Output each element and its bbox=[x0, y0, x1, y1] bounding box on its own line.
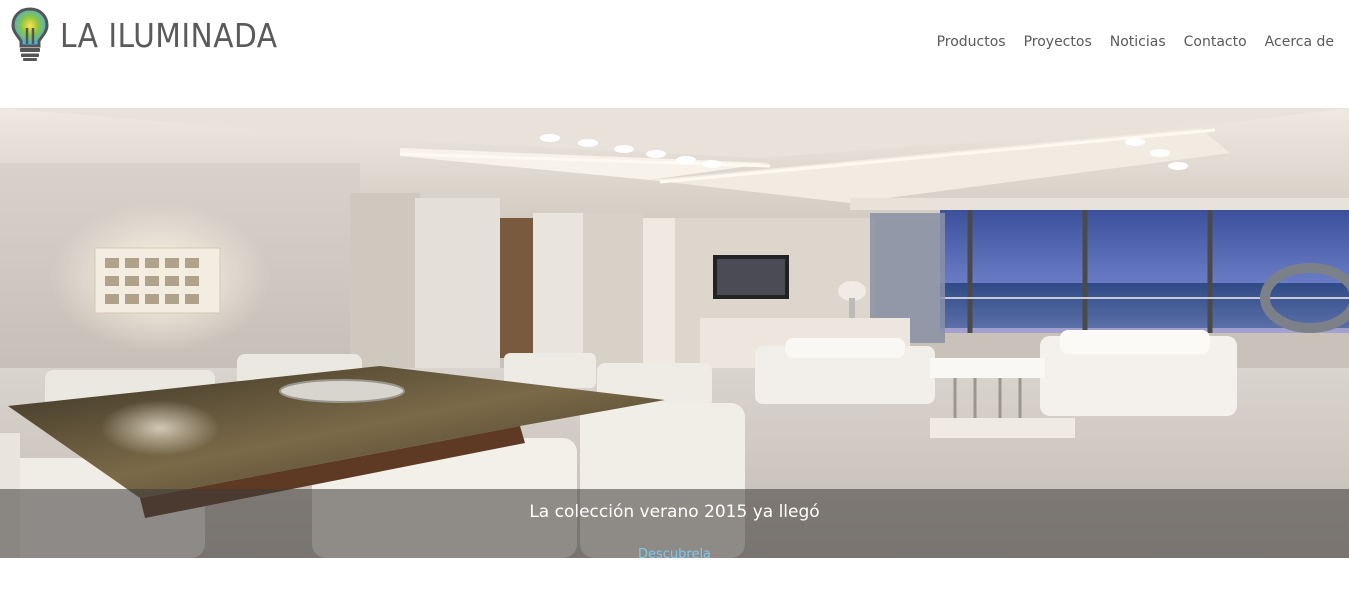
lightbulb-icon bbox=[11, 7, 49, 61]
site-logo[interactable]: LA ILUMINADA bbox=[10, 6, 302, 62]
nav-item-contacto[interactable]: Contacto bbox=[1175, 33, 1256, 51]
nav-item-acerca-de[interactable]: Acerca de bbox=[1256, 33, 1334, 51]
hero-caption-title: La colección verano 2015 ya llegó bbox=[529, 502, 820, 522]
nav-item-proyectos[interactable]: Proyectos bbox=[1015, 33, 1101, 51]
main-nav: Productos Proyectos Noticias Contacto Ac… bbox=[928, 33, 1334, 51]
hero-slider: La colección verano 2015 ya llegó Descub… bbox=[0, 108, 1349, 558]
hero-caption: La colección verano 2015 ya llegó Descub… bbox=[0, 489, 1349, 558]
nav-item-noticias[interactable]: Noticias bbox=[1101, 33, 1175, 51]
nav-item-productos[interactable]: Productos bbox=[928, 33, 1015, 51]
content-section bbox=[0, 558, 1349, 614]
site-header: LA ILUMINADA Productos Proyectos Noticia… bbox=[0, 0, 1349, 108]
discover-link[interactable]: Descubrela bbox=[638, 547, 711, 558]
brand-name: LA ILUMINADA bbox=[60, 15, 278, 55]
